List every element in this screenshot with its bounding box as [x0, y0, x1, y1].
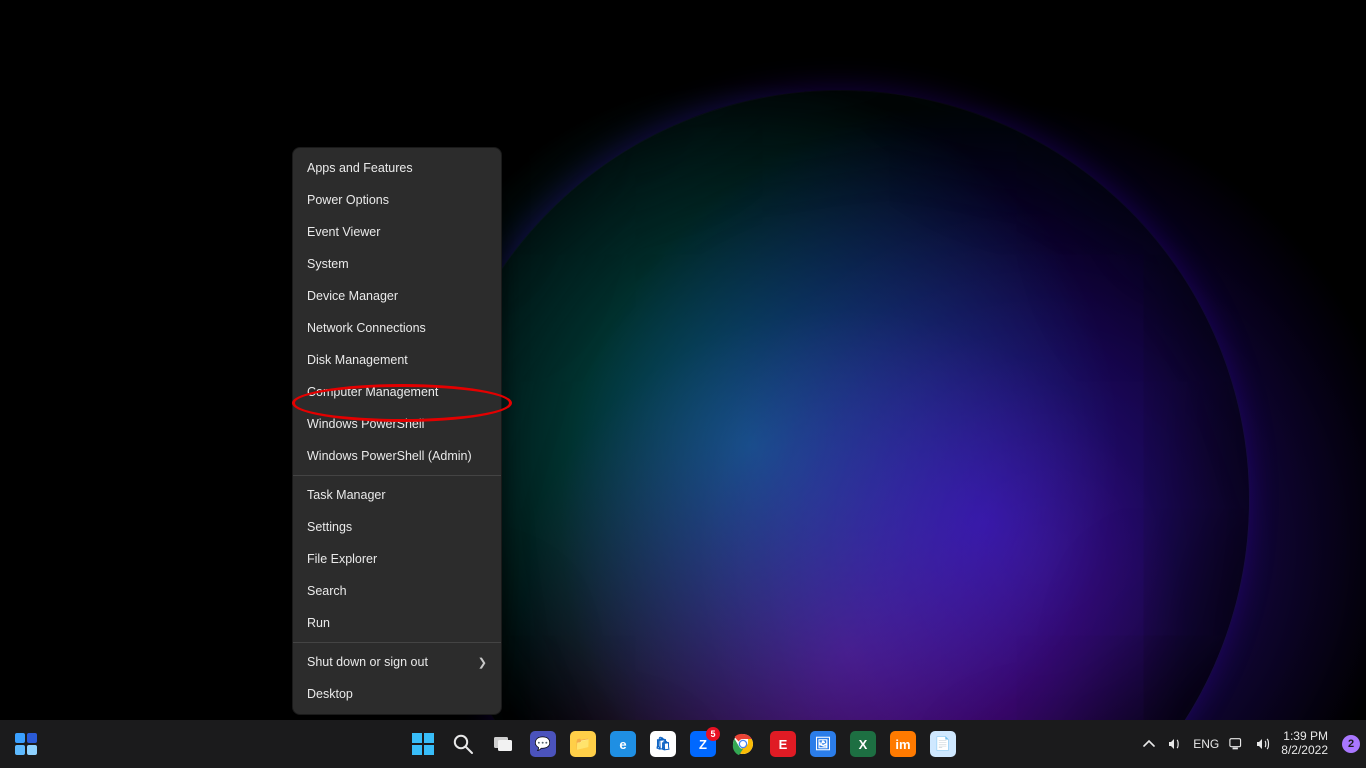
edge-button[interactable]: e: [603, 724, 643, 764]
menu-item-label: Search: [307, 584, 347, 598]
menu-item-file-explorer[interactable]: File Explorer: [293, 543, 501, 575]
photos-icon: 🖼: [810, 731, 836, 757]
menu-item-apps-features[interactable]: Apps and Features: [293, 152, 501, 184]
menu-item-task-manager[interactable]: Task Manager: [293, 479, 501, 511]
notifications-button[interactable]: 2: [1342, 735, 1360, 753]
imou-button[interactable]: im: [883, 724, 923, 764]
edge-icon: e: [610, 731, 636, 757]
menu-item-label: Power Options: [307, 193, 389, 207]
menu-separator: [293, 475, 501, 476]
menu-item-shutdown[interactable]: Shut down or sign out ❯: [293, 646, 501, 678]
system-tray: ENG 1:39 PM 8/2/2022 2: [1141, 720, 1360, 768]
menu-item-network-connections[interactable]: Network Connections: [293, 312, 501, 344]
taskbar: 💬 📁 e 🛍 Z5 E 🖼 Xim 📄 ENG 1:39 PM 8/2/2022 2: [0, 720, 1366, 768]
menu-item-label: Event Viewer: [307, 225, 380, 239]
file-explorer-button[interactable]: 📁: [563, 724, 603, 764]
tray-network-button[interactable]: [1229, 736, 1245, 752]
photos-button[interactable]: 🖼: [803, 724, 843, 764]
clock-button[interactable]: 1:39 PM 8/2/2022: [1281, 730, 1332, 758]
excel-button[interactable]: X: [843, 724, 883, 764]
speaker-icon: [1255, 736, 1271, 752]
menu-item-settings[interactable]: Settings: [293, 511, 501, 543]
menu-item-system[interactable]: System: [293, 248, 501, 280]
menu-item-disk-management[interactable]: Disk Management: [293, 344, 501, 376]
notepad-button[interactable]: 📄: [923, 724, 963, 764]
badge: 5: [706, 727, 720, 741]
menu-item-label: File Explorer: [307, 552, 377, 566]
task-view-button[interactable]: [483, 724, 523, 764]
evkey-icon: E: [770, 731, 796, 757]
windows-start-icon: [411, 732, 435, 756]
tray-volume-icon[interactable]: [1167, 736, 1183, 752]
menu-item-label: Network Connections: [307, 321, 426, 335]
menu-item-computer-management[interactable]: Computer Management: [293, 376, 501, 408]
chrome-icon: [731, 732, 755, 756]
task-view-icon: [491, 732, 515, 756]
menu-item-power-options[interactable]: Power Options: [293, 184, 501, 216]
notepad-icon: 📄: [930, 731, 956, 757]
clock-time: 1:39 PM: [1281, 730, 1328, 744]
menu-item-label: Windows PowerShell (Admin): [307, 449, 472, 463]
menu-item-powershell[interactable]: Windows PowerShell: [293, 408, 501, 440]
chevron-up-icon: [1143, 738, 1155, 750]
menu-item-label: Task Manager: [307, 488, 386, 502]
menu-item-search[interactable]: Search: [293, 575, 501, 607]
menu-separator: [293, 642, 501, 643]
menu-item-label: Device Manager: [307, 289, 398, 303]
menu-item-label: Windows PowerShell: [307, 417, 424, 431]
widgets-icon: [15, 733, 37, 755]
search-button[interactable]: [443, 724, 483, 764]
tray-language-button[interactable]: ENG: [1193, 737, 1219, 751]
menu-item-label: Disk Management: [307, 353, 408, 367]
menu-item-label: Shut down or sign out: [307, 655, 428, 669]
menu-item-label: Desktop: [307, 687, 353, 701]
zalo-icon: Z5: [690, 731, 716, 757]
widgets-button[interactable]: [6, 724, 46, 764]
explorer-icon: 📁: [570, 731, 596, 757]
search-icon: [452, 733, 474, 755]
store-button[interactable]: 🛍: [643, 724, 683, 764]
chevron-right-icon: ❯: [478, 656, 487, 669]
menu-item-powershell-admin[interactable]: Windows PowerShell (Admin): [293, 440, 501, 472]
menu-item-label: Computer Management: [307, 385, 438, 399]
menu-item-desktop[interactable]: Desktop: [293, 678, 501, 710]
clock-date: 8/2/2022: [1281, 744, 1328, 758]
tray-overflow-button[interactable]: [1141, 736, 1157, 752]
speaker-icon: [1167, 736, 1183, 752]
imou-icon: im: [890, 731, 916, 757]
menu-item-event-viewer[interactable]: Event Viewer: [293, 216, 501, 248]
menu-item-run[interactable]: Run: [293, 607, 501, 639]
chat-icon: 💬: [530, 731, 556, 757]
store-icon: 🛍: [650, 731, 676, 757]
tray-sound-button[interactable]: [1255, 736, 1271, 752]
chat-button[interactable]: 💬: [523, 724, 563, 764]
desktop-wallpaper[interactable]: [0, 0, 1366, 768]
start-button[interactable]: [403, 724, 443, 764]
evkey-button[interactable]: E: [763, 724, 803, 764]
excel-icon: X: [850, 731, 876, 757]
menu-item-label: System: [307, 257, 349, 271]
menu-item-label: Apps and Features: [307, 161, 413, 175]
winx-context-menu: Apps and Features Power Options Event Vi…: [292, 147, 502, 715]
network-icon: [1229, 737, 1245, 751]
menu-item-device-manager[interactable]: Device Manager: [293, 280, 501, 312]
zalo-button[interactable]: Z5: [683, 724, 723, 764]
menu-item-label: Settings: [307, 520, 352, 534]
menu-item-label: Run: [307, 616, 330, 630]
chrome-button[interactable]: [723, 724, 763, 764]
